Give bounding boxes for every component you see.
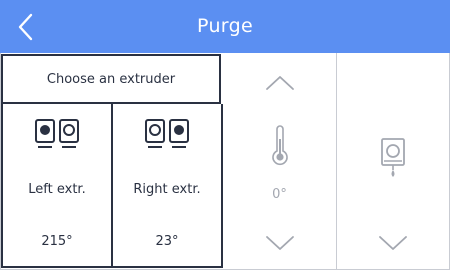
choose-extruder-label: Choose an extruder	[46, 71, 176, 87]
left-extruder-icon	[35, 119, 79, 148]
purge-nozzle-icon[interactable]	[380, 137, 406, 179]
purge-column	[337, 53, 449, 269]
header-bar: Purge	[0, 0, 450, 53]
right-extruder-button[interactable]: Right extr. 23°	[111, 104, 223, 268]
left-extruder-temperature: 215°	[41, 234, 73, 249]
target-temperature: 0°	[272, 187, 287, 202]
temperature-column: 0°	[223, 53, 337, 269]
right-extruder-temperature: 23°	[155, 234, 179, 249]
chevron-down-icon[interactable]	[265, 235, 295, 251]
thermometer-icon	[271, 125, 288, 166]
chevron-down-icon[interactable]	[378, 235, 408, 251]
page-title: Purge	[197, 15, 253, 37]
back-button[interactable]	[8, 8, 46, 46]
right-extruder-icon	[145, 119, 189, 148]
chevron-left-icon	[18, 13, 33, 41]
chevron-up-icon[interactable]	[265, 75, 295, 91]
right-extruder-label: Right extr.	[133, 182, 201, 197]
choose-extruder-button[interactable]: Choose an extruder	[1, 54, 221, 104]
left-extruder-button[interactable]: Left extr. 215°	[1, 104, 113, 268]
left-extruder-label: Left extr.	[28, 182, 86, 197]
